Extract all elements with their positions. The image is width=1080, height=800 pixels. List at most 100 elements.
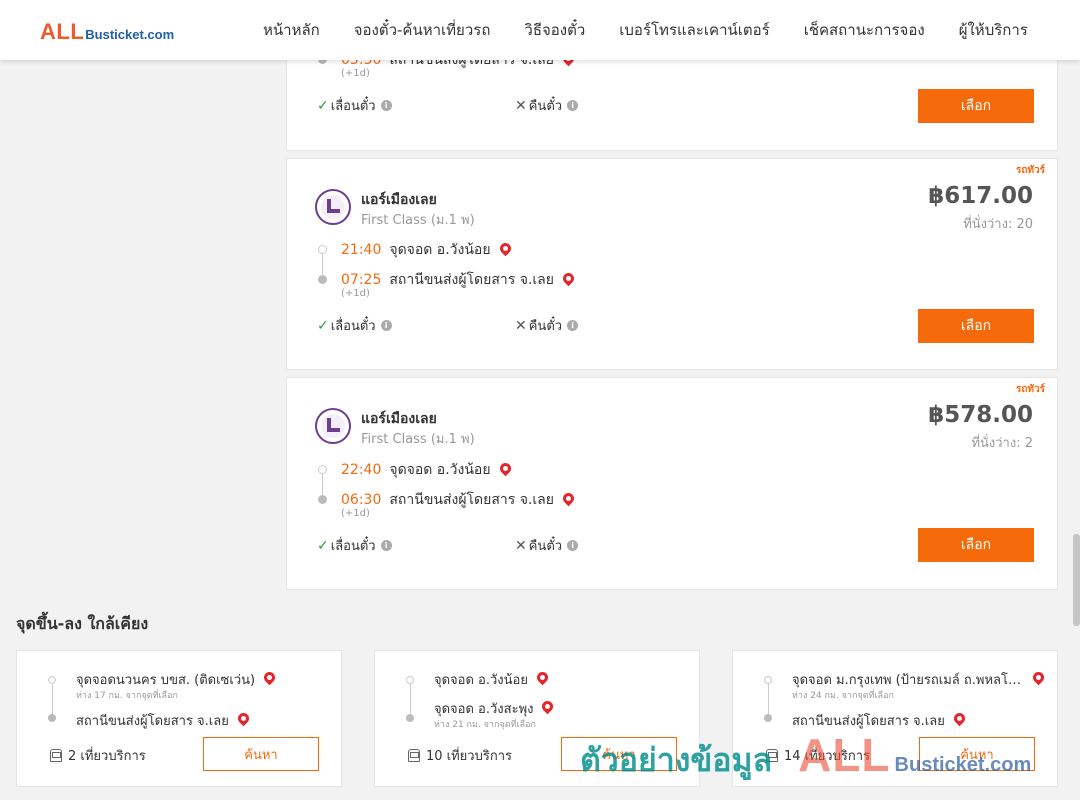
from-stop-name: จุดจอด อ.วังน้อย [434,673,528,688]
cross-icon: ✕ [515,537,527,554]
map-pin-icon[interactable] [1030,669,1047,686]
route-line [410,684,411,714]
to-stop: จุดจอด อ.วังสะพุง [434,698,556,719]
change-ticket-policy: ✓ เลื่อนตั๋ว i [317,535,392,556]
departure-name: จุดจอด อ.วังน้อย [389,242,491,258]
map-pin-icon[interactable] [235,710,252,727]
arrival-name: สถานีขนส่งผู้โดยสาร จ.เลย [389,492,554,508]
departure-dot [318,465,327,474]
map-pin-icon[interactable] [497,240,513,256]
distance-note: ห่าง 17 กม. จากจุดที่เลือก [76,691,178,701]
ticket-price: ฿617.00 [928,183,1033,209]
arrival-time: 07:25 [341,272,382,288]
page-scrollbar[interactable] [1073,534,1080,626]
distance-note: ห่าง 21 กม. จากจุดที่เลือก [434,720,536,730]
nav-check-booking[interactable]: เช็คสถานะการจอง [787,18,942,42]
refund-ticket-policy: ✕ คืนตั๋ว i [515,535,579,556]
departure-dot [318,245,327,254]
trip-count-label: 10 เที่ยวบริการ [426,749,512,764]
map-pin-icon[interactable] [261,669,278,686]
select-trip-button[interactable]: เลือก [918,309,1034,343]
cross-icon: ✕ [515,97,527,114]
from-dot [764,676,772,684]
nav-home[interactable]: หน้าหลัก [246,18,337,42]
from-stop-name: จุดจอดนวนคร บขส. (ติดเซเว่น) [76,673,256,688]
refund-ticket-label: คืนตั๋ว [528,319,563,334]
bus-class: First Class (ม.1 พ) [361,432,475,447]
nearby-route-card: จุดจอด อ.วังน้อย จุดจอด อ.วังสะพุง ห่าง … [374,650,700,787]
change-ticket-label: เลื่อนตั๋ว [330,99,376,114]
map-pin-icon[interactable] [951,710,968,727]
trip-count-label: 2 เที่ยวบริการ [68,749,146,764]
select-trip-button[interactable]: เลือก [918,528,1034,562]
to-stop-name: สถานีขนส่งผู้โดยสาร จ.เลย [792,714,945,729]
refund-ticket-policy: ✕ คืนตั๋ว i [515,315,579,336]
from-stop-name: จุดจอด ม.กรุงเทพ (ป้ายรถเมล์ ถ.พหลโยธิน) [792,673,1024,688]
map-pin-icon[interactable] [540,698,556,715]
map-pin-icon[interactable] [560,490,577,506]
to-dot [764,714,772,722]
nearby-route-card: จุดจอดนวนคร บขส. (ติดเซเว่น) ห่าง 17 กม.… [16,650,342,787]
change-ticket-label: เลื่อนตั๋ว [330,539,376,554]
map-pin-icon[interactable] [497,460,513,476]
nav-how-to-book[interactable]: วิธีจองตั๋ว [507,18,602,42]
next-day-note: (+1d) [341,68,370,79]
search-button[interactable]: ค้นหา [919,737,1035,771]
to-stop: สถานีขนส่งผู้โดยสาร จ.เลย [76,710,252,731]
operator-name: แอร์เมืองเลย [361,411,437,427]
logo-all-text: ALL [40,19,85,44]
bus-class: First Class (ม.1 พ) [361,213,475,228]
check-icon: ✓ [317,317,329,334]
from-dot [406,676,414,684]
to-stop: สถานีขนส่งผู้โดยสาร จ.เลย [792,710,968,731]
arrival-dot [318,275,327,284]
ticket-price: ฿578.00 [928,402,1033,428]
bus-icon [408,749,420,762]
departure-name: จุดจอด อ.วังน้อย [389,462,491,478]
from-dot [48,676,56,684]
seats-available: ที่นั่งว่าง: 20 [963,217,1033,232]
cross-icon: ✕ [515,317,527,334]
trip-card: รถทัวร์ แอร์เมืองเลย First Class (ม.1 พ)… [286,158,1058,370]
operator-logo [315,408,351,444]
select-trip-button[interactable]: เลือก [918,89,1034,123]
nav-book-search[interactable]: จองตั๋ว-ค้นหาเที่ยวรถ [337,18,508,42]
info-icon[interactable]: i [380,540,392,551]
bus-type-badge: รถทัวร์ [1015,165,1045,176]
trip-count-label: 14 เที่ยวบริการ [784,749,870,764]
search-button[interactable]: ค้นหา [203,737,319,771]
search-button[interactable]: ค้นหา [561,737,677,771]
nav-operators[interactable]: ผู้ให้บริการ [942,18,1045,42]
map-pin-icon[interactable] [534,669,551,686]
nav-phone-counter[interactable]: เบอร์โทรและเคาน์เตอร์ [602,18,786,42]
info-icon[interactable]: i [380,100,392,111]
map-pin-icon[interactable] [560,270,577,286]
change-ticket-policy: ✓ เลื่อนตั๋ว i [317,315,392,336]
distance-note: ห่าง 24 กม. จากจุดที่เลือก [792,691,894,701]
arrival-name: สถานีขนส่งผู้โดยสาร จ.เลย [389,272,554,288]
arrival-stop: 06:30 สถานีขนส่งผู้โดยสาร จ.เลย [341,489,577,511]
to-stop-name: สถานีขนส่งผู้โดยสาร จ.เลย [76,714,229,729]
site-logo[interactable]: ALL Busticket.com [40,19,174,45]
trip-count: 10 เที่ยวบริการ [408,745,512,766]
info-icon[interactable]: i [567,320,579,331]
info-icon[interactable]: i [567,540,579,551]
main-nav: หน้าหลัก จองตั๋ว-ค้นหาเที่ยวรถ วิธีจองตั… [246,0,1045,60]
from-stop: จุดจอดนวนคร บขส. (ติดเซเว่น) [76,669,278,690]
to-dot [406,714,414,722]
departure-stop: 22:40 จุดจอด อ.วังน้อย [341,459,513,481]
info-icon[interactable]: i [567,100,579,111]
from-stop: จุดจอด ม.กรุงเทพ (ป้ายรถเมล์ ถ.พหลโยธิน) [792,669,1047,690]
arrival-dot [318,495,327,504]
bus-type-badge: รถทัวร์ [1015,384,1045,395]
info-icon[interactable]: i [380,320,392,331]
next-day-note: (+1d) [341,288,370,299]
logo-busticket-text: Busticket.com [85,27,175,42]
trip-count: 14 เที่ยวบริการ [766,745,870,766]
next-day-note: (+1d) [341,508,370,519]
from-stop: จุดจอด อ.วังน้อย [434,669,551,690]
nearby-route-card: จุดจอด ม.กรุงเทพ (ป้ายรถเมล์ ถ.พหลโยธิน)… [732,650,1058,787]
route-line [52,684,53,714]
route-line [322,474,323,495]
bus-icon [50,749,62,762]
